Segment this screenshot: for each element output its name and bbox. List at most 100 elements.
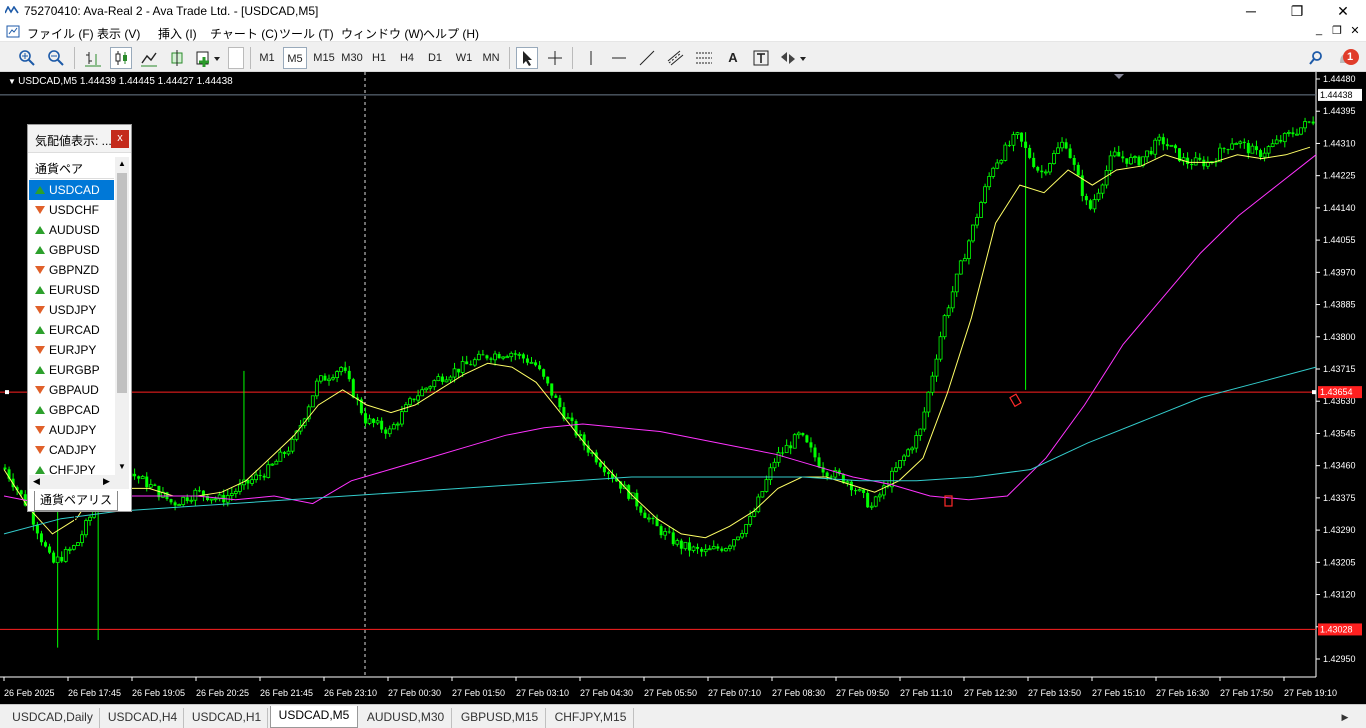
candle-bear — [1007, 145, 1011, 147]
crosshair-button[interactable] — [544, 47, 566, 69]
menu-bar: ファイル (F) 表示 (V) 挿入 (I) チャート (C) ツール (T) … — [0, 22, 1366, 42]
line-handle[interactable] — [5, 390, 9, 395]
symbol-row[interactable]: USDJPY — [29, 300, 114, 320]
search-button[interactable] — [1305, 47, 1327, 69]
column-header-symbol[interactable]: 通貨ペア — [30, 157, 114, 179]
chart-shift-marker[interactable] — [1114, 74, 1124, 79]
symbol-row[interactable]: USDCAD — [29, 180, 114, 200]
signal-marker[interactable] — [1009, 393, 1022, 408]
tab-usdcad-h4[interactable]: USDCAD,H4 — [102, 708, 184, 728]
tf-w1[interactable]: W1 — [452, 47, 476, 69]
zoom-out-button[interactable] — [45, 47, 67, 69]
tab-usdcad-daily[interactable]: USDCAD,Daily — [6, 708, 100, 728]
arrows-button[interactable] — [778, 47, 808, 69]
arrow-down-icon — [35, 386, 45, 394]
menu-window[interactable]: ウィンドウ (W) — [341, 25, 424, 42]
symbol-row[interactable]: USDCHF — [29, 200, 114, 220]
line-handle[interactable] — [1312, 390, 1316, 395]
channel-button[interactable] — [664, 47, 688, 69]
tf-m30[interactable]: M30 — [339, 47, 365, 69]
tab-gbpusd-m15[interactable]: GBPUSD,M15 — [454, 708, 546, 728]
fibonacci-button[interactable] — [692, 47, 716, 69]
symbol-row[interactable]: AUDJPY — [29, 420, 114, 440]
candle-bear — [1307, 121, 1311, 123]
minimize-button[interactable]: ─ — [1228, 0, 1274, 22]
scroll-up-icon[interactable]: ▲ — [115, 157, 129, 171]
line-chart-button[interactable] — [138, 47, 160, 69]
tf-h4[interactable]: H4 — [396, 47, 418, 69]
tab-usdcad-m5[interactable]: USDCAD,M5 — [270, 706, 358, 728]
scroll-down-icon[interactable]: ▼ — [115, 460, 129, 474]
tf-h1[interactable]: H1 — [368, 47, 390, 69]
symbol-name: GBPUSD — [49, 243, 100, 257]
candle-bear — [570, 417, 574, 422]
maximize-button[interactable]: ❐ — [1274, 0, 1320, 22]
symbol-row[interactable]: CADJPY — [29, 440, 114, 460]
symbol-row[interactable]: GBPAUD — [29, 380, 114, 400]
template-button[interactable] — [228, 47, 244, 69]
close-button[interactable]: ✕ — [1320, 0, 1366, 22]
candle-bull — [428, 386, 433, 389]
symbol-row[interactable]: EURGBP — [29, 360, 114, 380]
menu-file[interactable]: ファイル (F) — [27, 25, 94, 42]
menu-chart[interactable]: チャート (C) — [210, 25, 278, 42]
time-label: 26 Feb 21:45 — [260, 688, 313, 698]
text-label-button[interactable] — [750, 47, 772, 69]
market-watch-close-button[interactable]: x — [111, 130, 129, 148]
candle-bear — [1076, 164, 1080, 176]
indicators-button[interactable] — [194, 47, 222, 69]
tf-m1[interactable]: M1 — [256, 47, 278, 69]
symbol-row[interactable]: GBPNZD — [29, 260, 114, 280]
scroll-right-icon[interactable]: ▶ — [103, 476, 110, 487]
symbol-row[interactable]: GBPUSD — [29, 240, 114, 260]
candle-bear — [550, 383, 554, 396]
mdi-restore-button[interactable]: ❐ — [1328, 24, 1346, 37]
cursor-button[interactable] — [516, 47, 538, 69]
auto-scroll-button[interactable] — [166, 47, 188, 69]
bar-chart-button[interactable] — [82, 47, 104, 69]
candle-bull — [1303, 121, 1307, 129]
candle-bull — [189, 499, 194, 502]
market-watch-window[interactable]: 気配値表示: ... x 通貨ペア USDCAD USDCHF AUDUSD GBPU… — [27, 124, 132, 526]
tab-chfjpy-m15[interactable]: CHFJPY,M15 — [548, 708, 634, 728]
menu-view[interactable]: 表示 (V) — [97, 25, 140, 42]
menu-help[interactable]: ヘルプ (H) — [423, 25, 479, 42]
scroll-left-icon[interactable]: ◀ — [33, 476, 40, 487]
scroll-thumb[interactable] — [117, 173, 127, 393]
tabs-scroll-right-icon[interactable]: ▶ — [1330, 708, 1360, 728]
text-tool-button[interactable]: A — [722, 47, 744, 69]
symbol-row[interactable]: CHFJPY — [29, 460, 114, 475]
symbol-list: USDCAD USDCHF AUDUSD GBPUSD GBPNZD EURUSD USDJ… — [29, 180, 114, 475]
candlestick-icon — [115, 51, 127, 65]
horizontal-line-button[interactable] — [608, 47, 630, 69]
tf-m15[interactable]: M15 — [311, 47, 337, 69]
candle-bull — [1145, 150, 1149, 158]
tf-mn[interactable]: MN — [479, 47, 503, 69]
horizontal-scrollbar[interactable]: ◀ ▶ — [29, 475, 129, 489]
menu-insert[interactable]: 挿入 (I) — [158, 25, 197, 42]
tf-d1[interactable]: D1 — [424, 47, 446, 69]
tab-usdcad-h1[interactable]: USDCAD,H1 — [186, 708, 268, 728]
chart-canvas[interactable]: 1.44480 1.44395 1.44310 1.44225 1.44140 1.440… — [0, 72, 1366, 704]
notifications-button[interactable]: 1 — [1335, 47, 1361, 69]
tab-audusd-m30[interactable]: AUDUSD,M30 — [360, 708, 452, 728]
zoom-in-button[interactable] — [16, 47, 38, 69]
vertical-scrollbar[interactable]: ▲ ▼ — [115, 157, 129, 475]
candle-bull — [1157, 136, 1162, 141]
candlestick-chart-button[interactable] — [110, 47, 132, 69]
mdi-minimize-button[interactable]: _ — [1310, 24, 1328, 36]
price-chart[interactable]: 1.44480 1.44395 1.44310 1.44225 1.44140 1.440… — [0, 72, 1366, 704]
menu-tools[interactable]: ツール (T) — [279, 25, 334, 42]
symbol-row[interactable]: EURJPY — [29, 340, 114, 360]
symbol-name: GBPCAD — [49, 403, 100, 417]
market-watch-header[interactable]: 気配値表示: ... x — [28, 125, 131, 153]
tf-m5[interactable]: M5 — [283, 47, 307, 69]
vertical-line-button[interactable] — [580, 47, 602, 69]
mdi-close-button[interactable]: ✕ — [1346, 24, 1364, 37]
symbol-row[interactable]: EURCAD — [29, 320, 114, 340]
symbol-row[interactable]: EURUSD — [29, 280, 114, 300]
trendline-button[interactable] — [636, 47, 658, 69]
symbol-row[interactable]: GBPCAD — [29, 400, 114, 420]
tab-symbols-list[interactable]: 通貨ペアリスト — [34, 491, 118, 526]
symbol-row[interactable]: AUDUSD — [29, 220, 114, 240]
